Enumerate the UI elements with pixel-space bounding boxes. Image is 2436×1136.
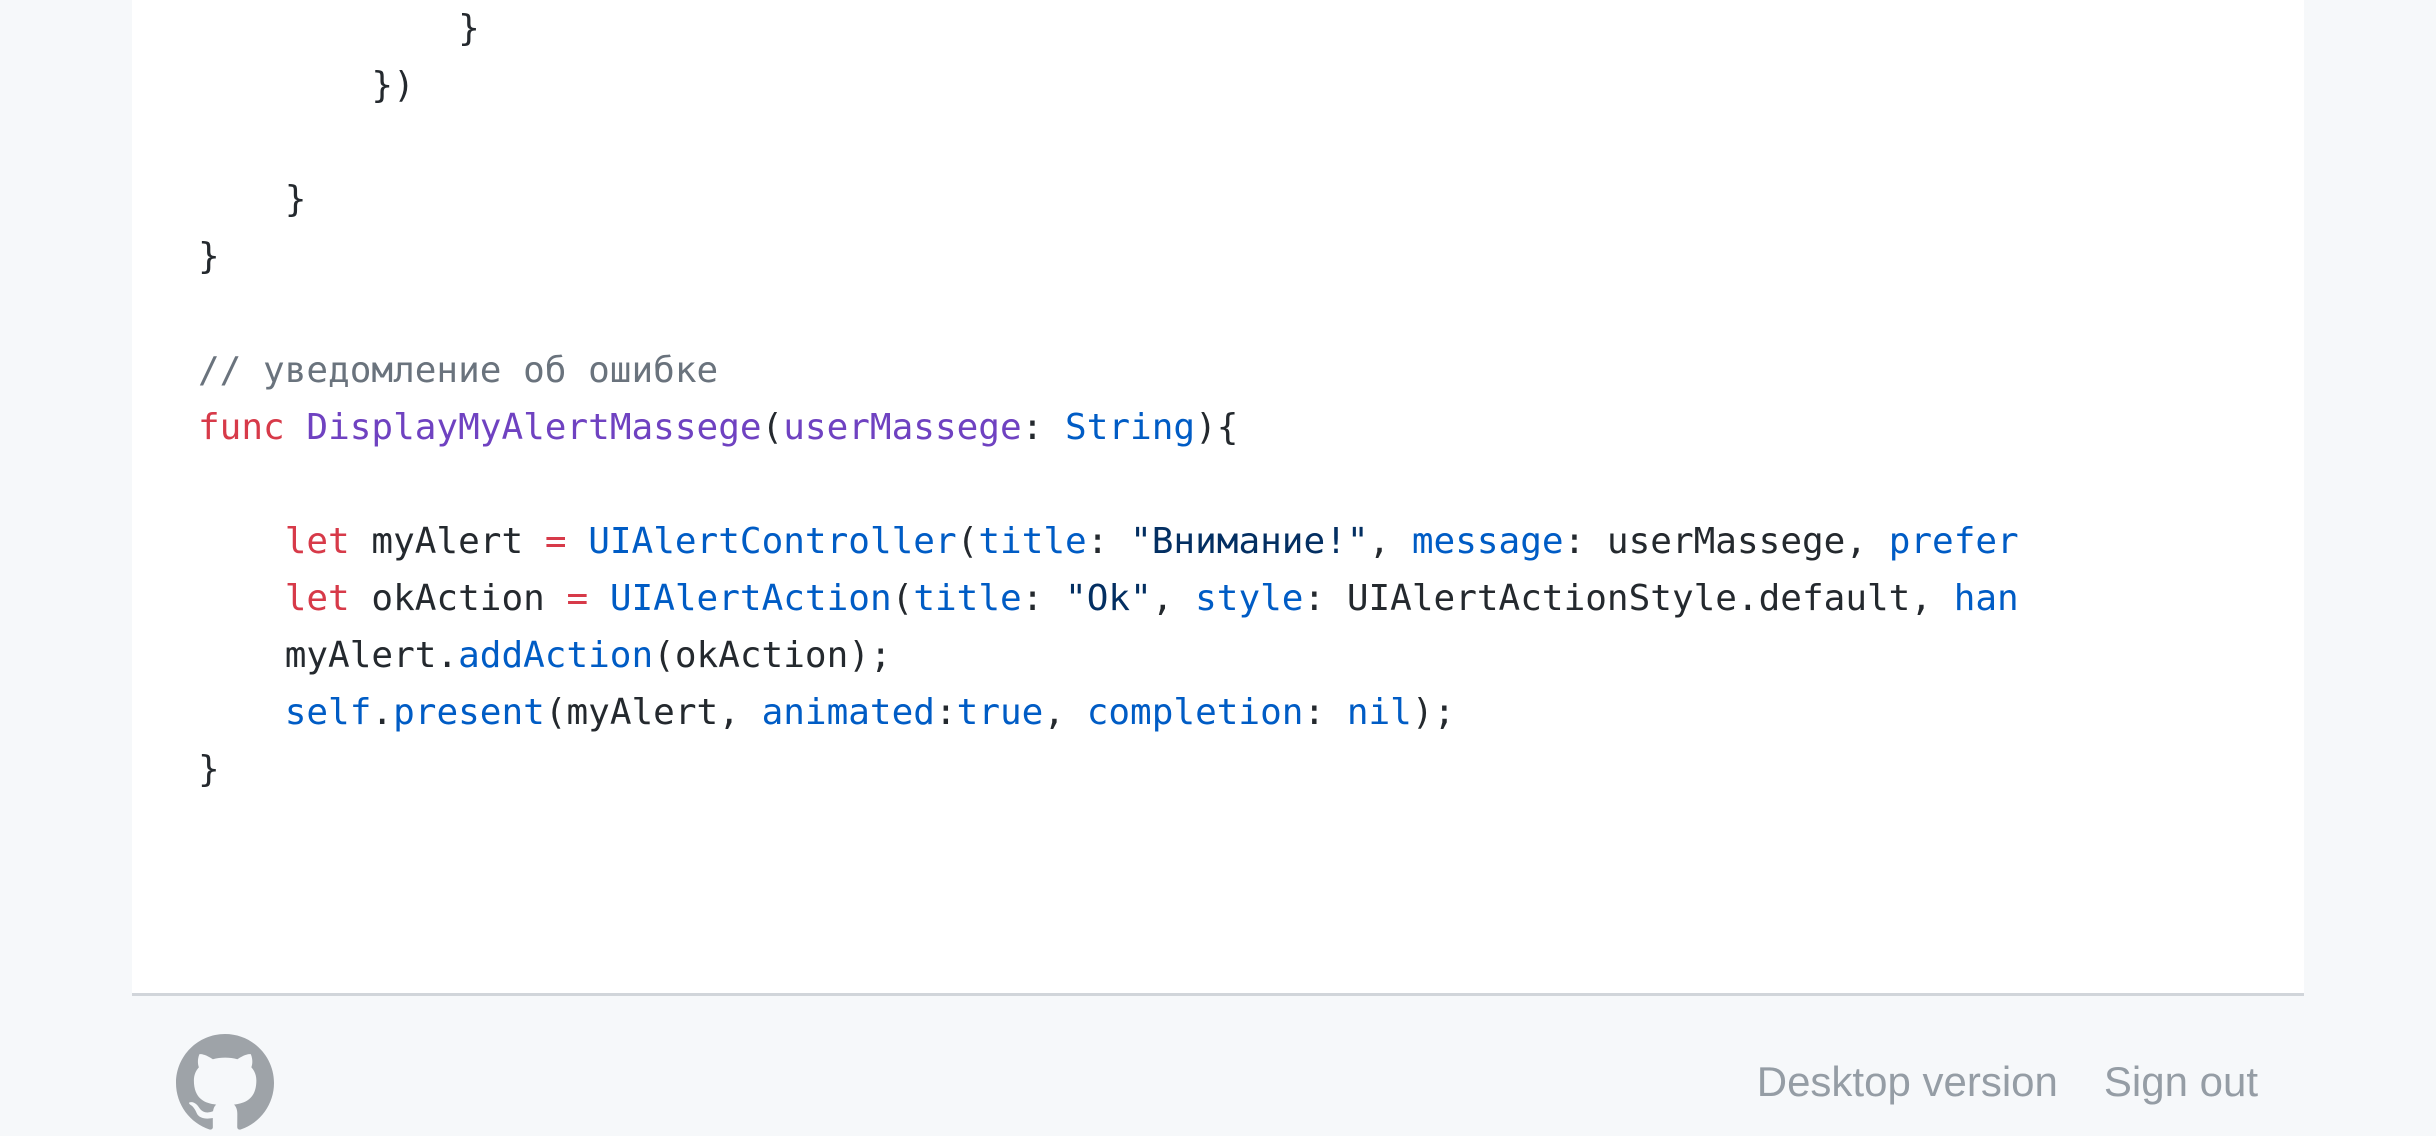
code-token: UIAlertController (588, 521, 957, 562)
code-token: , (1368, 521, 1412, 562)
github-icon[interactable] (176, 1034, 274, 1132)
code-line: self.present(myAlert, animated:true, com… (198, 684, 2304, 741)
code-line: }) (198, 57, 2304, 114)
code-token: , (1043, 692, 1087, 733)
code-token: userMassege (783, 407, 1022, 448)
code-token: , (1151, 578, 1196, 619)
code-token: self (284, 692, 372, 733)
code-token: : userMassege, (1563, 521, 1889, 562)
code-token: String (1065, 407, 1196, 448)
code-block: } }) }} // уведомление об ошибке func Disp… (198, 0, 2304, 798)
code-token: han (1953, 578, 2019, 619)
code-token: myAlert. (198, 635, 459, 676)
desktop-version-link[interactable]: Desktop version (1757, 1052, 2058, 1112)
code-token: "Ok" (1065, 578, 1152, 619)
code-token: } (198, 749, 220, 790)
code-token: DisplayMyAlertMassege (306, 407, 762, 448)
code-line: let myAlert = UIAlertController(title: "… (198, 513, 2304, 570)
github-logo-svg (176, 1034, 274, 1130)
code-token: true (956, 692, 1044, 733)
code-token: title (913, 578, 1022, 619)
code-token: : UIAlertActionStyle.default, (1303, 578, 1954, 619)
code-token: nil (1346, 692, 1412, 733)
code-token: okAction (349, 578, 567, 619)
code-token: } (198, 236, 220, 277)
code-token: myAlert (349, 521, 545, 562)
code-token: ){ (1195, 407, 1239, 448)
code-line: myAlert.addAction(okAction); (198, 627, 2304, 684)
code-line: } (198, 228, 2304, 285)
code-token: style (1195, 578, 1304, 619)
code-token: addAction (458, 635, 654, 676)
code-token: : (934, 692, 957, 733)
sign-out-link[interactable]: Sign out (2104, 1052, 2258, 1112)
code-token: ( (891, 578, 914, 619)
code-token: : (1021, 407, 1066, 448)
code-token: = (544, 521, 567, 562)
code-line: } (198, 741, 2304, 798)
code-token: : (1303, 692, 1347, 733)
code-token: let (284, 521, 350, 562)
code-token: : (1086, 521, 1131, 562)
code-line: let okAction = UIAlertAction(title: "Ok"… (198, 570, 2304, 627)
code-line: } (198, 171, 2304, 228)
code-token: UIAlertAction (609, 578, 892, 619)
code-token: animated (761, 692, 935, 733)
code-token: completion (1086, 692, 1304, 733)
code-token: message (1411, 521, 1564, 562)
code-token: : (1021, 578, 1066, 619)
code-token: }) (198, 65, 415, 106)
code-line: // уведомление об ошибке (198, 342, 2304, 399)
footer-divider (132, 993, 2304, 996)
code-token: ( (956, 521, 979, 562)
code-token: . (371, 692, 394, 733)
code-token: // уведомление об ошибке (198, 350, 719, 391)
code-token: present (393, 692, 545, 733)
footer-links: Desktop version Sign out (1757, 1052, 2258, 1112)
code-token: ); (1411, 692, 1456, 733)
code-token: = (566, 578, 589, 619)
code-line: func DisplayMyAlertMassege(userMassege: … (198, 399, 2304, 456)
code-token: "Внимание!" (1130, 521, 1369, 562)
code-token: ( (761, 407, 784, 448)
code-line: } (198, 0, 2304, 57)
code-viewer: } }) }} // уведомление об ошибке func Disp… (132, 0, 2304, 995)
code-token: prefer (1888, 521, 2019, 562)
code-token: func (198, 407, 285, 448)
code-token: } (198, 8, 480, 49)
code-token: title (978, 521, 1087, 562)
code-token: (okAction); (653, 635, 892, 676)
code-token: let (284, 578, 350, 619)
code-token: } (198, 179, 307, 220)
code-token: (myAlert, (544, 692, 762, 733)
